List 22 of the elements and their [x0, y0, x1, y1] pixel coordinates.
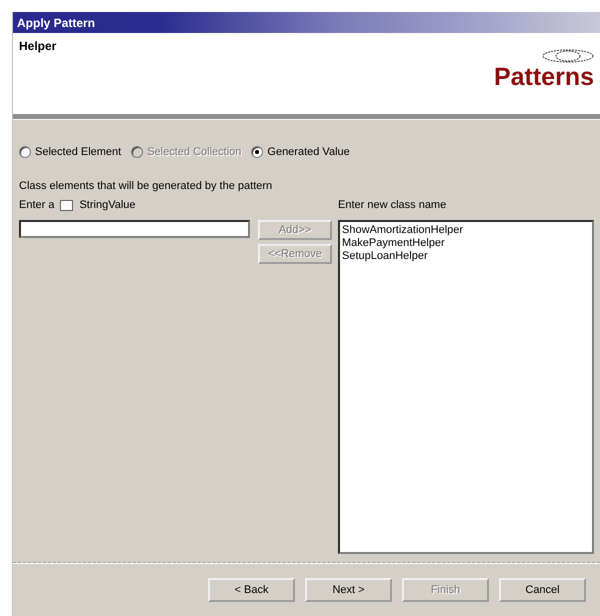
radio-label: Selected Collection: [147, 146, 242, 158]
patterns-logo: Patterns: [494, 63, 594, 91]
radio-label: Generated Value: [267, 146, 350, 158]
radio-button[interactable]: [251, 146, 264, 158]
list-label: Enter new class name: [338, 198, 448, 213]
window-title: Apply Pattern: [13, 12, 600, 33]
next-button[interactable]: Next >: [305, 578, 392, 602]
type-label: StringValue: [79, 199, 136, 211]
type-icon: [60, 200, 74, 210]
ellipse-logo-icon: [542, 49, 594, 63]
list-item[interactable]: SetupLoanHelper: [342, 250, 590, 263]
page-subtitle: Helper: [19, 39, 56, 55]
list-item[interactable]: MakePaymentHelper: [342, 237, 590, 250]
list-item[interactable]: ShowAmortizationHelper: [342, 224, 590, 237]
description-text: Class elements that will be generated by the pattern: [19, 180, 274, 192]
cancel-button[interactable]: Cancel: [499, 578, 586, 602]
radio-button[interactable]: [19, 146, 31, 158]
back-button[interactable]: < Back: [208, 578, 295, 602]
prompt-label: Enter a: [19, 199, 54, 211]
class-name-list[interactable]: ShowAmortizationHelper MakePaymentHelper SetupLoanHelper: [338, 220, 594, 554]
value-input-field[interactable]: [19, 220, 250, 238]
radio-label: Selected Element: [35, 146, 122, 158]
